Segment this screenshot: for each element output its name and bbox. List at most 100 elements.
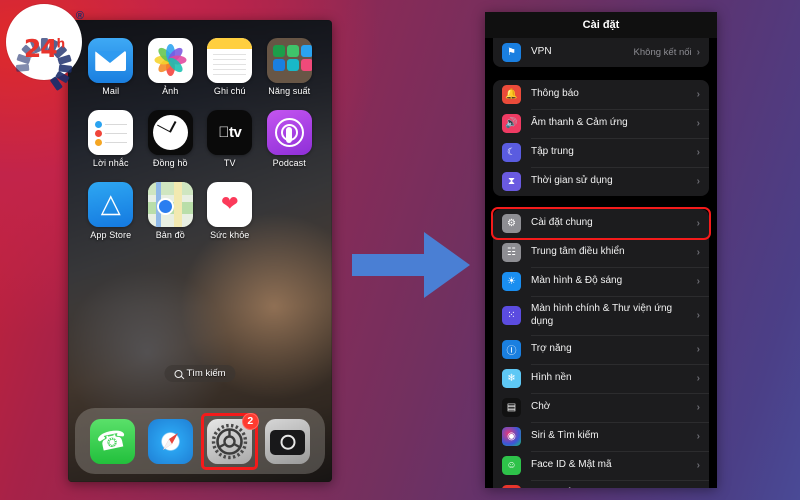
app-label: Năng suất xyxy=(268,86,311,96)
chevron-right-icon: › xyxy=(696,176,700,187)
control-center-icon: ☷ xyxy=(502,243,521,262)
settings-row-label: Siri & Tìm kiếm xyxy=(531,430,599,442)
settings-row-label: Chờ xyxy=(531,401,551,413)
general-gear-icon: ⚙ xyxy=(502,214,521,233)
search-icon xyxy=(174,369,183,378)
safari-icon xyxy=(148,418,194,464)
settings-list: ⚑ VPN Không kết nối › 🔔 Thông báo › 🔊 Âm thanh &… xyxy=(485,38,717,488)
settings-row[interactable]: ⁙ Màn hình chính & Thư viện ứng dụng › xyxy=(493,296,709,335)
dock-item-camera[interactable] xyxy=(265,418,311,464)
app-label: Đồng hồ xyxy=(152,157,188,168)
settings-row-label: Tập trung xyxy=(531,146,574,158)
app-label: App Store xyxy=(90,229,132,240)
app-icon-maps[interactable]: Bản đồ xyxy=(141,181,201,241)
settings-header: Cài đặt xyxy=(485,12,717,38)
reminders-icon xyxy=(88,109,134,155)
app-icon-clock[interactable]: Đồng hồ xyxy=(141,109,201,169)
home-screen-icon: ⁙ xyxy=(502,306,521,325)
tv-icon: tv xyxy=(207,109,253,155)
settings-row[interactable]: ▤ Chờ › xyxy=(493,393,709,422)
settings-row-label: Âm thanh & Cảm ứng xyxy=(531,117,628,129)
app-icon-mail[interactable]: Mail xyxy=(81,38,141,97)
health-icon: ❤ xyxy=(207,181,253,227)
settings-group-vpn: ⚑ VPN Không kết nối › xyxy=(493,38,709,67)
chevron-right-icon: › xyxy=(696,431,700,442)
chevron-right-icon: › xyxy=(696,460,700,471)
settings-row-label: Màn hình & Độ sáng xyxy=(531,275,623,287)
app-icon-tv[interactable]: tv TV xyxy=(200,109,260,169)
notes-icon xyxy=(207,38,253,83)
settings-row-label: Trợ năng xyxy=(531,343,572,355)
search-pill[interactable]: Tìm kiếm xyxy=(164,365,236,382)
settings-row[interactable]: SOSSOS khẩn cấp› xyxy=(493,480,709,488)
settings-row-label: Thời gian sử dụng xyxy=(531,175,613,187)
settings-row[interactable]: ☺ Face ID & Mật mã › xyxy=(493,451,709,480)
settings-row[interactable]: Ⓘ Trợ năng › xyxy=(493,335,709,364)
chevron-right-icon: › xyxy=(696,276,700,287)
app-label: Bản đồ xyxy=(155,229,185,240)
settings-row[interactable]: ⚑ VPN Không kết nối › xyxy=(493,38,709,67)
mail-icon xyxy=(88,38,134,83)
page-title: Cài đặt xyxy=(582,19,620,31)
app-grid: Mail Ảnh Ghi chú Năng suất Lời nhắc Đồng hồ t… xyxy=(68,38,332,241)
app-icon-reminders[interactable]: Lời nhắc xyxy=(81,109,141,169)
grid-spacer xyxy=(260,182,320,241)
app-label: Sức khỏe xyxy=(210,229,250,240)
chevron-right-icon: › xyxy=(696,218,700,229)
app-label: Mail xyxy=(102,86,120,96)
settings-group-general: ☷ Trung tâm điều khiển › ☀ Màn hình & Độ sán… xyxy=(493,238,709,488)
settings-row[interactable]: ☷ Trung tâm điều khiển › xyxy=(493,238,709,267)
sos-icon: SOS xyxy=(502,485,521,488)
faceid-icon: ☺ xyxy=(502,456,521,475)
app-icon-folder[interactable]: Năng suất xyxy=(260,38,320,97)
app-icon-appstore[interactable]: △ App Store xyxy=(81,181,141,241)
dock-item-phone[interactable]: ☎ xyxy=(89,418,135,464)
chevron-right-icon: › xyxy=(696,147,700,158)
settings-row-label: VPN xyxy=(531,46,552,58)
logo-text: 24h xyxy=(23,34,65,63)
display-brightness-icon: ☀ xyxy=(502,272,521,291)
settings-row-label: Face ID & Mật mã xyxy=(531,459,612,471)
settings-row[interactable]: ☾ Tập trung › xyxy=(493,138,709,167)
highlighted-row-wrapper: ⚙ Cài đặt chung › xyxy=(491,207,711,240)
photos-icon xyxy=(147,38,193,83)
app-icon-notes[interactable]: Ghi chú xyxy=(200,38,260,97)
notification-badge: 2 xyxy=(241,412,259,430)
settings-row-label: Hình nền xyxy=(531,372,572,384)
group-gap xyxy=(485,67,717,80)
clock-icon xyxy=(147,109,193,155)
watermark-logo-24h: 24h ® xyxy=(6,4,84,91)
app-label: Lời nhắc xyxy=(92,157,129,168)
app-icon-podcasts[interactable]: Podcast xyxy=(260,109,320,169)
standby-icon: ▤ xyxy=(502,398,521,417)
settings-row-value: Không kết nối xyxy=(633,47,692,58)
settings-row[interactable]: ☀ Màn hình & Độ sáng › xyxy=(493,267,709,296)
settings-row-label: Cài đặt chung xyxy=(531,217,593,229)
settings-row[interactable]: ❄ Hình nền › xyxy=(493,364,709,393)
settings-row[interactable]: ◉ Siri & Tìm kiếm › xyxy=(493,422,709,451)
dock-item-safari[interactable] xyxy=(148,418,194,464)
chevron-right-icon: › xyxy=(696,247,700,258)
search-label: Tìm kiếm xyxy=(186,368,226,379)
phone-icon: ☎ xyxy=(89,418,135,464)
settings-row[interactable]: ⧗ Thời gian sử dụng › xyxy=(493,167,709,196)
dock-item-settings-gear[interactable]: 2 xyxy=(200,412,259,470)
app-label: TV xyxy=(223,157,236,168)
sounds-speaker-icon: 🔊 xyxy=(502,114,521,133)
app-label: Ghi chú xyxy=(213,86,246,96)
logo-dial-tick xyxy=(15,63,30,72)
chevron-right-icon: › xyxy=(696,47,700,58)
settings-row[interactable]: 🔊 Âm thanh & Cảm ứng › xyxy=(493,109,709,138)
chevron-right-icon: › xyxy=(696,344,700,355)
iphone-home-screen: Mail Ảnh Ghi chú Năng suất Lời nhắc Đồng hồ t… xyxy=(68,20,332,482)
wallpaper-icon: ❄ xyxy=(502,369,521,388)
accessibility-icon: Ⓘ xyxy=(502,340,521,359)
app-icon-health[interactable]: ❤ Sức khỏe xyxy=(200,181,260,241)
app-icon-photos[interactable]: Ảnh xyxy=(141,38,201,97)
chevron-right-icon: › xyxy=(696,402,700,413)
chevron-right-icon: › xyxy=(696,118,700,129)
chevron-right-icon: › xyxy=(696,373,700,384)
notifications-bell-icon: 🔔 xyxy=(502,85,521,104)
settings-row[interactable]: 🔔 Thông báo › xyxy=(493,80,709,109)
settings-row[interactable]: ⚙ Cài đặt chung › xyxy=(493,209,709,238)
